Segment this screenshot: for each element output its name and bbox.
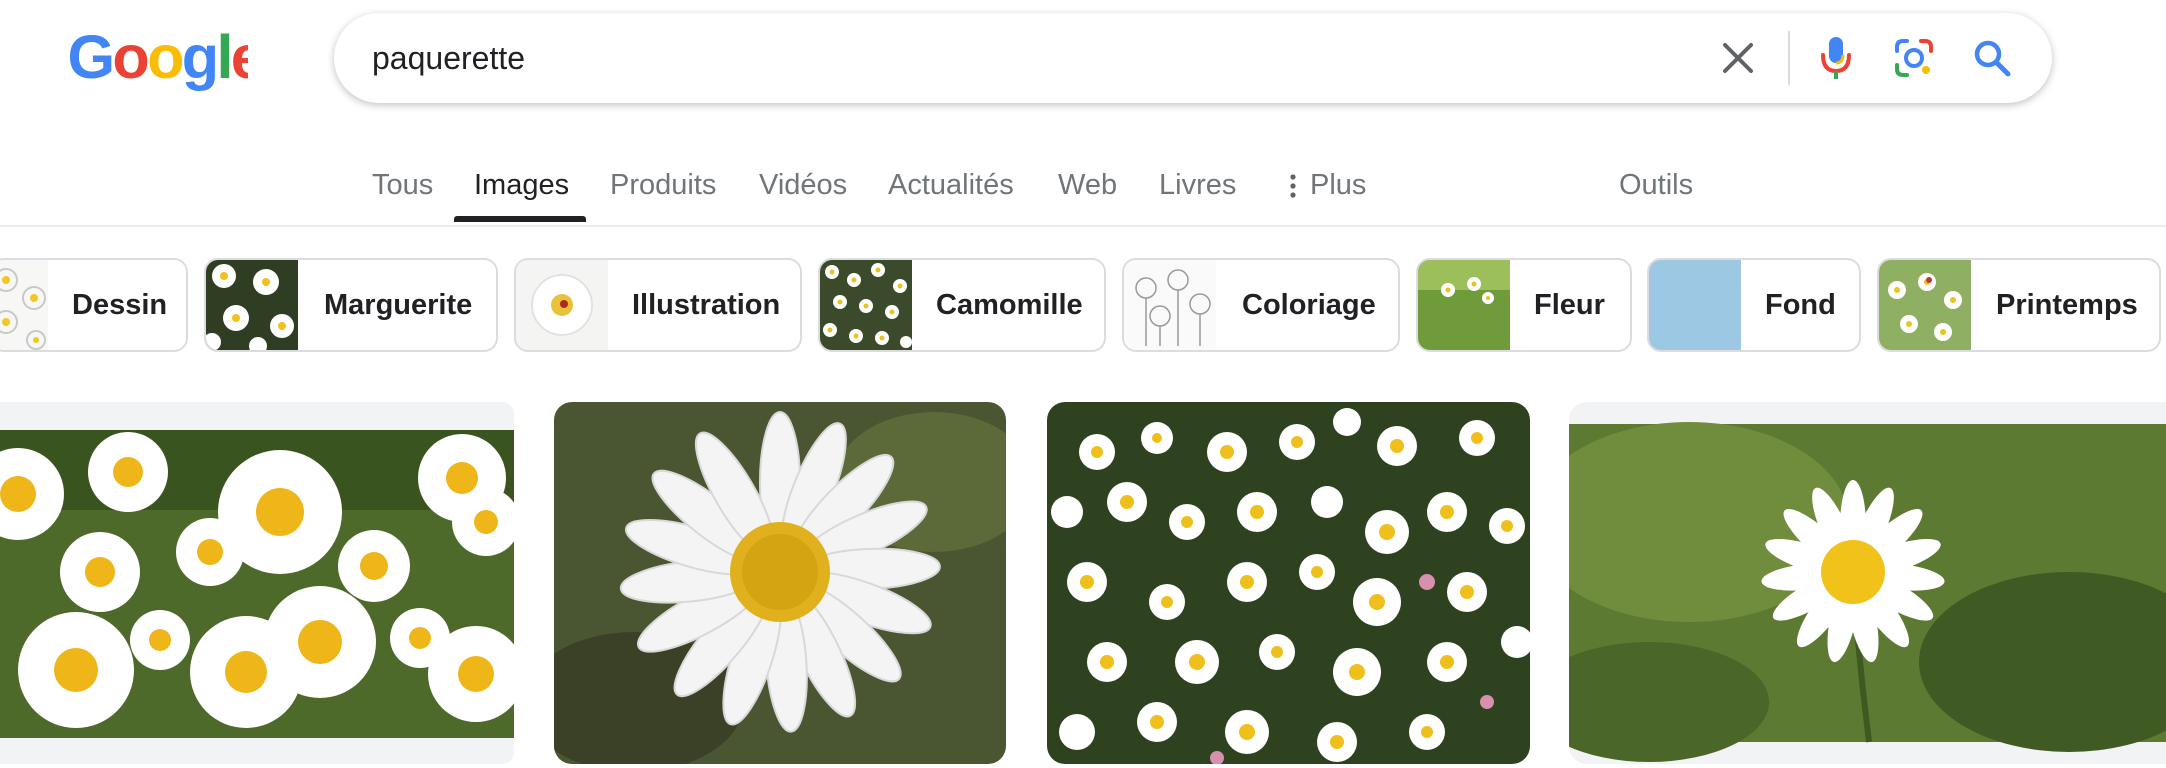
svg-text:Google: Google bbox=[68, 23, 249, 91]
tab-tous[interactable]: Tous bbox=[372, 152, 433, 226]
chip-fleur[interactable]: Fleur bbox=[1416, 258, 1632, 352]
tab-livres[interactable]: Livres bbox=[1159, 152, 1236, 226]
chip-thumbnail bbox=[1649, 260, 1741, 350]
chip-label: Fleur bbox=[1534, 289, 1605, 321]
chip-printemps[interactable]: Printemps bbox=[1877, 258, 2161, 352]
search-divider bbox=[1788, 31, 1790, 85]
tab-web[interactable]: Web bbox=[1058, 152, 1117, 226]
tabs-divider bbox=[0, 225, 2166, 227]
google-logo[interactable]: Google bbox=[58, 22, 249, 94]
chip-label: Marguerite bbox=[324, 289, 473, 321]
chip-thumbnail bbox=[0, 260, 48, 350]
chip-thumbnail bbox=[516, 260, 608, 350]
tab-videos[interactable]: Vidéos bbox=[759, 152, 847, 226]
search-input[interactable] bbox=[372, 13, 1622, 103]
chip-label: Camomille bbox=[936, 289, 1083, 321]
image-result[interactable] bbox=[554, 402, 1006, 764]
chip-coloriage[interactable]: Coloriage bbox=[1122, 258, 1400, 352]
chip-marguerite[interactable]: Marguerite bbox=[204, 258, 498, 352]
chip-illustration[interactable]: Illustration bbox=[514, 258, 802, 352]
image-result[interactable] bbox=[0, 402, 514, 764]
chip-label: Dessin bbox=[72, 289, 168, 321]
chip-thumbnail bbox=[206, 260, 298, 350]
chip-fond[interactable]: Fond bbox=[1647, 258, 1861, 352]
image-result[interactable] bbox=[1047, 402, 1530, 764]
chip-thumbnail bbox=[820, 260, 912, 350]
camera-lens-icon[interactable] bbox=[1890, 34, 1938, 82]
more-vert-icon bbox=[1290, 174, 1296, 198]
chip-thumbnail bbox=[1418, 260, 1510, 350]
chip-camomille[interactable]: Camomille bbox=[818, 258, 1106, 352]
chip-label: Fond bbox=[1765, 289, 1836, 321]
tab-plus[interactable]: Plus bbox=[1290, 152, 1366, 226]
search-type-tabs: Tous Images Produits Vidéos Actualités W… bbox=[0, 152, 2166, 226]
tab-images[interactable]: Images bbox=[474, 152, 569, 226]
chip-dessin[interactable]: Dessin bbox=[0, 258, 188, 352]
chip-thumbnail bbox=[1124, 260, 1216, 350]
tab-plus-label: Plus bbox=[1310, 169, 1367, 201]
tab-actualites[interactable]: Actualités bbox=[888, 152, 1014, 226]
tools-button[interactable]: Outils bbox=[1619, 152, 1693, 226]
microphone-icon[interactable] bbox=[1812, 34, 1860, 82]
tab-produits[interactable]: Produits bbox=[610, 152, 716, 226]
clear-icon[interactable] bbox=[1714, 34, 1762, 82]
chip-label: Coloriage bbox=[1242, 289, 1376, 321]
search-icon[interactable] bbox=[1968, 34, 2016, 82]
search-box bbox=[334, 13, 2052, 103]
image-result[interactable] bbox=[1569, 402, 2166, 764]
chip-label: Printemps bbox=[1996, 289, 2138, 321]
active-tab-indicator bbox=[454, 216, 586, 222]
chip-label: Illustration bbox=[632, 289, 781, 321]
chip-thumbnail bbox=[1879, 260, 1971, 350]
